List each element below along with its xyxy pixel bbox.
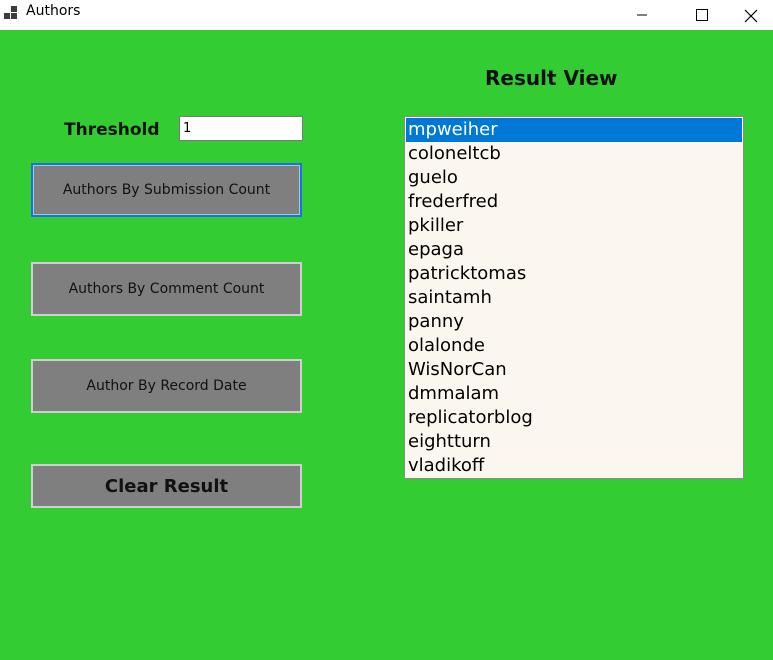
close-button[interactable]: [727, 0, 773, 30]
title-bar: Authors: [0, 0, 773, 30]
list-item[interactable]: mpweiher: [406, 118, 742, 142]
list-item[interactable]: panny: [406, 310, 742, 334]
close-icon: [744, 9, 758, 23]
list-item[interactable]: olalonde: [406, 334, 742, 358]
result-view-title: Result View: [485, 66, 618, 90]
list-item[interactable]: pkiller: [406, 214, 742, 238]
maximize-icon: [696, 9, 708, 21]
list-item[interactable]: dmmalam: [406, 382, 742, 406]
result-listbox[interactable]: mpweiher coloneltcb guelo frederfred pkiller…: [404, 116, 744, 479]
list-item[interactable]: vladikoff: [406, 454, 742, 478]
threshold-label: Threshold: [64, 120, 160, 140]
list-item[interactable]: guelo: [406, 166, 742, 190]
list-item[interactable]: patricktomas: [406, 262, 742, 286]
list-item[interactable]: saintamh: [406, 286, 742, 310]
clear-result-button[interactable]: Clear Result: [31, 464, 302, 508]
maximize-button[interactable]: [679, 0, 725, 30]
authors-by-submission-count-button[interactable]: Authors By Submission Count: [31, 163, 302, 217]
list-item[interactable]: replicatorblog: [406, 406, 742, 430]
authors-by-comment-count-button[interactable]: Authors By Comment Count: [31, 262, 302, 316]
author-by-record-date-button[interactable]: Author By Record Date: [31, 359, 302, 413]
threshold-input[interactable]: [179, 116, 303, 141]
window-title: Authors: [26, 3, 81, 19]
list-item[interactable]: coloneltcb: [406, 142, 742, 166]
form-client-area: Threshold Authors By Submission Count Au…: [0, 30, 773, 660]
app-window-icon: [3, 5, 19, 21]
list-item[interactable]: frederfred: [406, 190, 742, 214]
list-item[interactable]: WisNorCan: [406, 358, 742, 382]
list-item[interactable]: eightturn: [406, 430, 742, 454]
minimize-button[interactable]: [619, 0, 665, 30]
minimize-icon: [637, 14, 647, 16]
list-item[interactable]: epaga: [406, 238, 742, 262]
